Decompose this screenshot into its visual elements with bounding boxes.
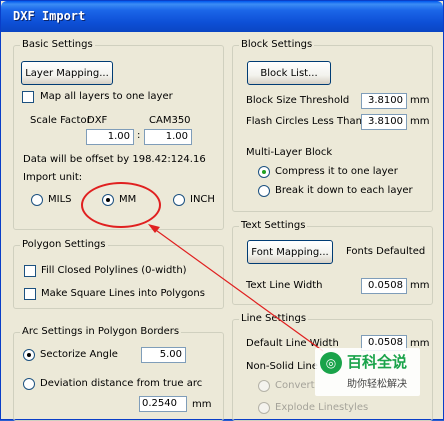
- highlight-ellipse: [81, 182, 161, 228]
- cam350-label: CAM350: [149, 115, 191, 126]
- deviation-unit: mm: [192, 399, 212, 410]
- block-list-button[interactable]: Block List...: [247, 61, 331, 85]
- watermark-subtitle: 助你轻松解决: [347, 379, 407, 390]
- radio-selected-dot: [262, 170, 266, 174]
- flash-circles-input[interactable]: 3.8100: [361, 114, 407, 130]
- block-size-threshold-input[interactable]: 3.8100: [361, 93, 407, 109]
- deviation-distance-input[interactable]: 0.2540: [139, 396, 187, 412]
- offset-text: Data will be offset by 198.42:124.16: [23, 154, 206, 165]
- radio-selected-dot: [27, 353, 31, 357]
- map-all-layers-checkbox[interactable]: [22, 91, 34, 103]
- text-settings-legend: Text Settings: [239, 220, 308, 231]
- watermark-title: 百科全说: [347, 353, 408, 371]
- fonts-status: Fonts Defaulted: [346, 246, 426, 257]
- explode-linestyles-label: Explode Linestyles: [275, 402, 369, 413]
- block-size-threshold-label: Block Size Threshold: [246, 95, 350, 106]
- dxf-import-dialog: DXF Import Basic Settings Layer Mapping.…: [0, 0, 444, 421]
- map-all-layers-label: Map all layers to one layer: [40, 91, 173, 102]
- cam350-scale-input[interactable]: 1.00: [144, 129, 192, 145]
- unit-mils-label: MILS: [48, 194, 72, 205]
- break-each-layer-label: Break it down to each layer: [275, 185, 413, 196]
- block-settings-legend: Block Settings: [239, 39, 315, 50]
- deviation-distance-radio[interactable]: [23, 378, 35, 390]
- deviation-distance-label: Deviation distance from true arc: [40, 378, 203, 389]
- fill-closed-polylines-checkbox[interactable]: [24, 265, 36, 277]
- polygon-settings-legend: Polygon Settings: [20, 239, 108, 250]
- basic-settings-legend: Basic Settings: [20, 39, 95, 50]
- import-unit-label: Import unit:: [23, 172, 83, 183]
- flash-circles-unit: mm: [410, 116, 430, 127]
- compress-one-layer-radio[interactable]: [258, 166, 270, 178]
- explode-linestyles-radio[interactable]: [258, 402, 270, 414]
- unit-inch-radio[interactable]: [173, 194, 185, 206]
- arc-settings-legend: Arc Settings in Polygon Borders: [20, 326, 182, 337]
- unit-mils-radio[interactable]: [31, 194, 43, 206]
- non-solid-line-label: Non-Solid Line: [246, 361, 318, 372]
- text-line-width-unit: mm: [410, 280, 430, 291]
- text-line-width-label: Text Line Width: [246, 280, 323, 291]
- flash-circles-label: Flash Circles Less Than: [246, 116, 362, 127]
- dxf-label: DXF: [87, 115, 108, 126]
- watermark-logo-icon: ◎: [320, 352, 342, 374]
- title-bar[interactable]: DXF Import: [1, 1, 443, 32]
- polygon-settings-group: Polygon Settings: [13, 239, 224, 309]
- unit-inch-label: INCH: [190, 194, 215, 205]
- convert-label: Convert: [275, 380, 315, 391]
- dxf-scale-input[interactable]: 1.00: [86, 129, 134, 145]
- watermark: ◎ 百科全说 助你轻松解决: [315, 348, 420, 396]
- convert-radio[interactable]: [258, 380, 270, 392]
- block-size-threshold-unit: mm: [410, 95, 430, 106]
- layer-mapping-button[interactable]: Layer Mapping...: [21, 61, 113, 85]
- text-line-width-input[interactable]: 0.0508: [361, 278, 407, 294]
- sectorize-angle-radio[interactable]: [23, 349, 35, 361]
- window-title: DXF Import: [13, 9, 86, 23]
- multi-layer-block-label: Multi-Layer Block: [246, 147, 333, 158]
- sectorize-angle-input[interactable]: 5.00: [141, 347, 186, 363]
- make-square-lines-checkbox[interactable]: [24, 288, 36, 300]
- fill-closed-polylines-label: Fill Closed Polylines (0-width): [41, 265, 187, 276]
- line-settings-legend: Line Settings: [239, 313, 309, 324]
- scale-factor-label: Scale Factor: [30, 115, 91, 126]
- sectorize-angle-label: Sectorize Angle: [40, 349, 118, 360]
- scale-separator: :: [137, 130, 141, 141]
- font-mapping-button[interactable]: Font Mapping...: [247, 240, 333, 264]
- compress-one-layer-label: Compress it to one layer: [275, 166, 398, 177]
- make-square-lines-label: Make Square Lines into Polygons: [41, 288, 205, 299]
- break-each-layer-radio[interactable]: [258, 185, 270, 197]
